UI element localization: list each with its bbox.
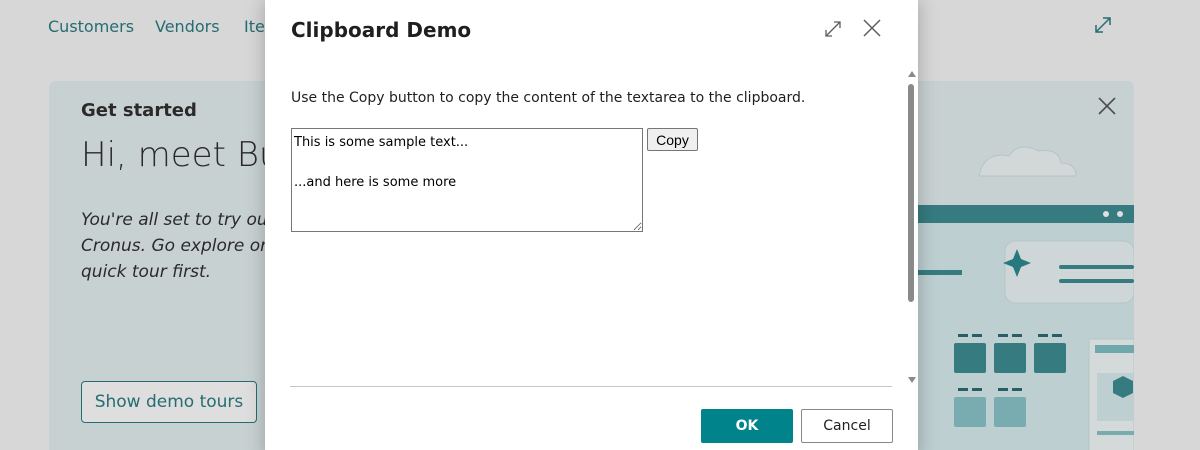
dialog-scrollbar[interactable] <box>905 68 919 388</box>
close-icon[interactable] <box>1098 97 1116 115</box>
dialog-description: Use the Copy button to copy the content … <box>291 90 806 106</box>
card-eyebrow: Get started <box>81 100 197 121</box>
copy-button[interactable]: Copy <box>647 128 698 151</box>
expand-arrows-icon[interactable] <box>1092 14 1114 36</box>
scroll-thumb[interactable] <box>908 84 914 302</box>
nav-item-customers[interactable]: Customers <box>48 17 134 36</box>
card-illustration <box>909 146 1134 450</box>
scroll-up-arrow[interactable] <box>908 71 916 77</box>
cancel-button[interactable]: Cancel <box>801 409 893 443</box>
nav-item-vendors[interactable]: Vendors <box>155 17 220 36</box>
footer-divider <box>290 386 892 387</box>
dialog-title: Clipboard Demo <box>291 18 472 42</box>
close-icon[interactable] <box>862 18 882 38</box>
scroll-down-arrow[interactable] <box>908 377 916 383</box>
clipboard-textarea[interactable]: This is some sample text... ...and here … <box>291 128 643 232</box>
nav-item-items[interactable]: Ite <box>244 17 265 36</box>
expand-arrows-icon[interactable] <box>823 19 843 39</box>
show-demo-tours-button[interactable]: Show demo tours <box>81 381 257 423</box>
ok-button[interactable]: OK <box>701 409 793 443</box>
clipboard-demo-dialog: Clipboard Demo Use the Copy button to co… <box>265 0 918 450</box>
